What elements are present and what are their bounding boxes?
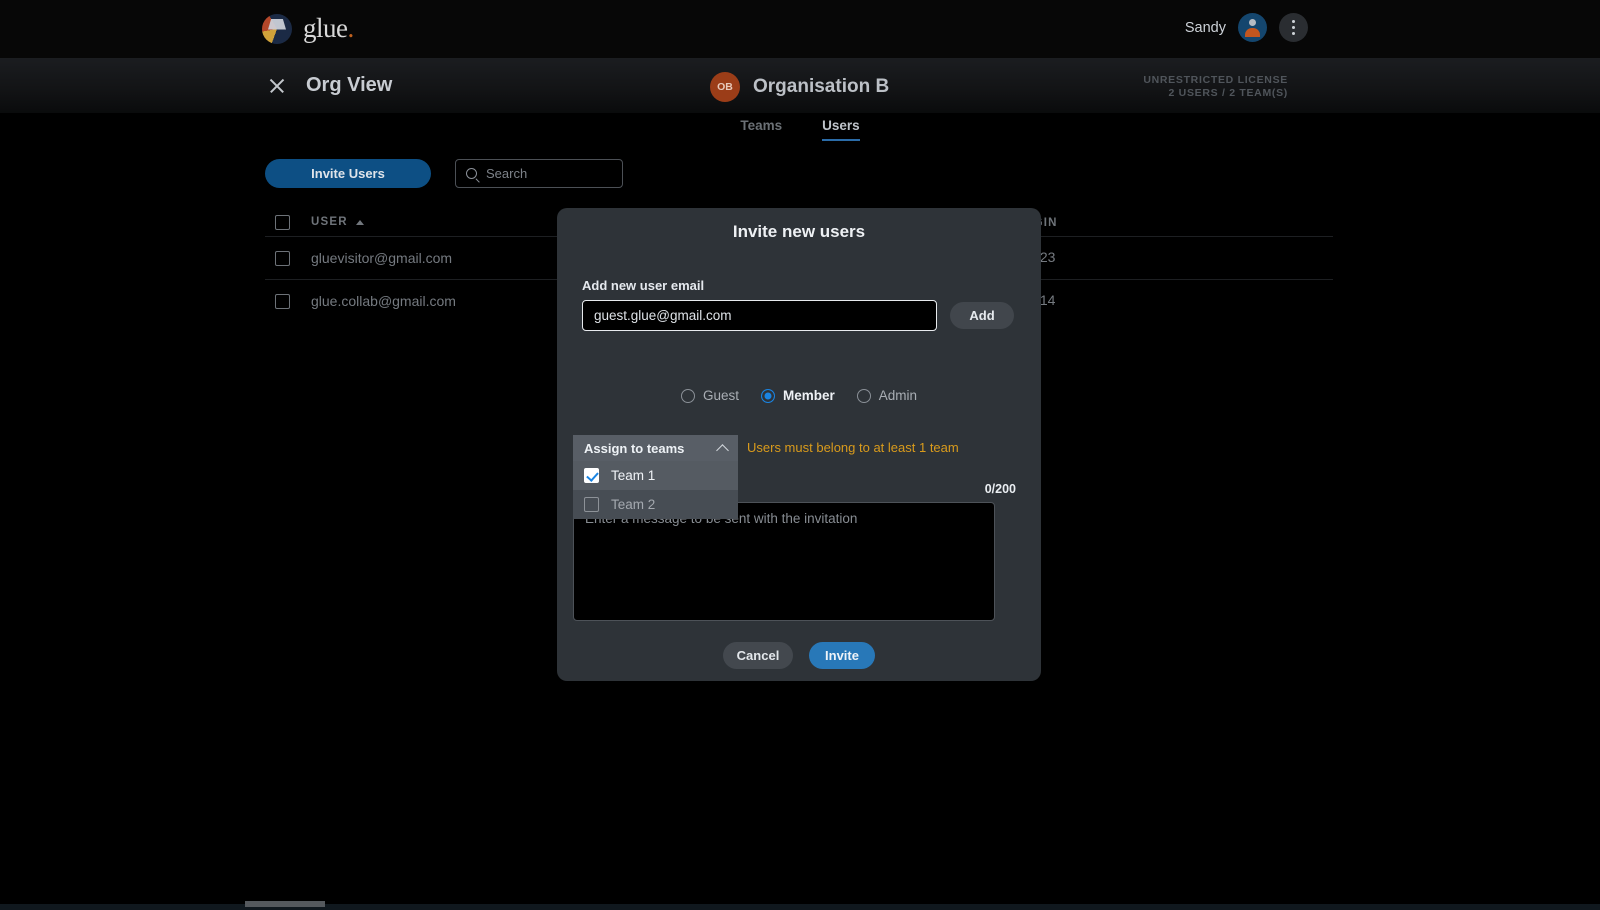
email-field-label: Add new user email: [582, 278, 705, 293]
row-select-cell: [265, 293, 311, 309]
users-toolbar: Invite Users Search: [265, 159, 623, 188]
app-root: glue. Sandy Org View OB Organisation B U…: [0, 0, 1600, 910]
dropdown-option-team-1[interactable]: Team 1: [573, 461, 738, 490]
org-identity: OB Organisation B: [710, 72, 889, 102]
kebab-dot: [1292, 26, 1295, 29]
role-option-member[interactable]: Member: [761, 388, 835, 403]
checkbox-team-2[interactable]: [584, 497, 599, 512]
search-input[interactable]: Search: [455, 159, 623, 188]
radio-member-icon[interactable]: [761, 388, 775, 403]
user-name-label: Sandy: [1184, 19, 1226, 36]
email-row: guest.glue@gmail.com Add: [582, 300, 1014, 331]
dropdown-option-team-1-label: Team 1: [611, 468, 656, 483]
dropdown-option-team-2[interactable]: Team 2: [573, 490, 738, 519]
email-field[interactable]: guest.glue@gmail.com: [582, 300, 937, 331]
modal-title: Invite new users: [732, 222, 866, 241]
sort-ascending-caret-icon: [355, 219, 364, 225]
chevron-up-icon: [716, 443, 729, 457]
brand-dot: .: [347, 13, 355, 43]
user-zone: Sandy: [1185, 13, 1308, 42]
role-radio-group: Guest Member Admin: [557, 388, 1041, 403]
kebab-menu-icon[interactable]: [1279, 13, 1308, 42]
role-label-guest: Guest: [702, 388, 739, 403]
brand-logo[interactable]: glue.: [262, 13, 354, 44]
assign-teams-dropdown-toggle[interactable]: Assign to teams: [573, 435, 738, 461]
bottom-strip: [0, 904, 1600, 910]
kebab-dot: [1292, 20, 1295, 23]
assign-teams-label: Assign to teams: [584, 440, 685, 456]
invite-button[interactable]: Invite: [809, 642, 875, 669]
role-label-admin: Admin: [878, 388, 918, 403]
radio-guest-icon[interactable]: [680, 388, 695, 403]
validation-note: Users must belong to at least 1 team: [747, 440, 959, 455]
row-checkbox[interactable]: [275, 293, 290, 309]
close-icon[interactable]: [268, 77, 286, 95]
radio-admin-icon[interactable]: [856, 388, 871, 403]
search-icon: [466, 168, 477, 179]
avatar-body: [1245, 28, 1260, 37]
license-line-1: UNRESTRICTED LICENSE: [1143, 74, 1288, 86]
top-bar: glue. Sandy: [0, 0, 1600, 58]
org-name-label: Organisation B: [753, 76, 890, 97]
bottom-scroll-indicator[interactable]: [245, 901, 325, 907]
modal-actions: Cancel Invite: [557, 642, 1041, 669]
invite-users-modal: Invite new users Add new user email gues…: [557, 208, 1041, 681]
role-option-guest[interactable]: Guest: [680, 388, 739, 403]
tab-users[interactable]: Users: [822, 118, 860, 141]
search-placeholder: Search: [486, 166, 528, 181]
brand-name: glue.: [303, 13, 354, 44]
message-textarea[interactable]: Enter a message to be sent with the invi…: [573, 502, 995, 621]
cancel-button[interactable]: Cancel: [723, 642, 793, 669]
brand-name-text: glue: [303, 13, 348, 43]
row-select-cell: [265, 250, 311, 266]
row-checkbox[interactable]: [275, 250, 290, 266]
page-title: Org View: [306, 74, 393, 96]
assign-teams-dropdown: Assign to teams Team 1 Team 2: [573, 435, 738, 519]
column-header-user-label: USER: [311, 216, 348, 228]
license-line-2: 2 USERS / 2 TEAM(S): [1168, 87, 1288, 99]
tab-teams[interactable]: Teams: [740, 118, 782, 141]
cell-user-email: gluevisitor@gmail.com: [311, 250, 453, 266]
avatar-head: [1249, 19, 1256, 26]
role-label-member: Member: [783, 388, 835, 403]
dropdown-option-team-2-label: Team 2: [611, 497, 656, 512]
checkbox-team-1[interactable]: [584, 468, 599, 483]
glue-logo-icon: [262, 13, 292, 44]
cell-user-email: glue.collab@gmail.com: [311, 293, 456, 309]
character-counter: 0/200: [984, 482, 1016, 496]
org-avatar: OB: [710, 72, 740, 102]
select-all-checkbox[interactable]: [275, 214, 290, 230]
select-all-cell: [265, 214, 311, 230]
tab-bar: Teams Users: [0, 118, 1600, 141]
kebab-dot: [1292, 32, 1295, 35]
role-option-admin[interactable]: Admin: [856, 388, 918, 403]
user-avatar-icon[interactable]: [1238, 13, 1267, 42]
license-info: UNRESTRICTED LICENSE 2 USERS / 2 TEAM(S): [1143, 74, 1288, 100]
add-email-button[interactable]: Add: [950, 302, 1014, 329]
invite-users-button[interactable]: Invite Users: [265, 159, 431, 188]
